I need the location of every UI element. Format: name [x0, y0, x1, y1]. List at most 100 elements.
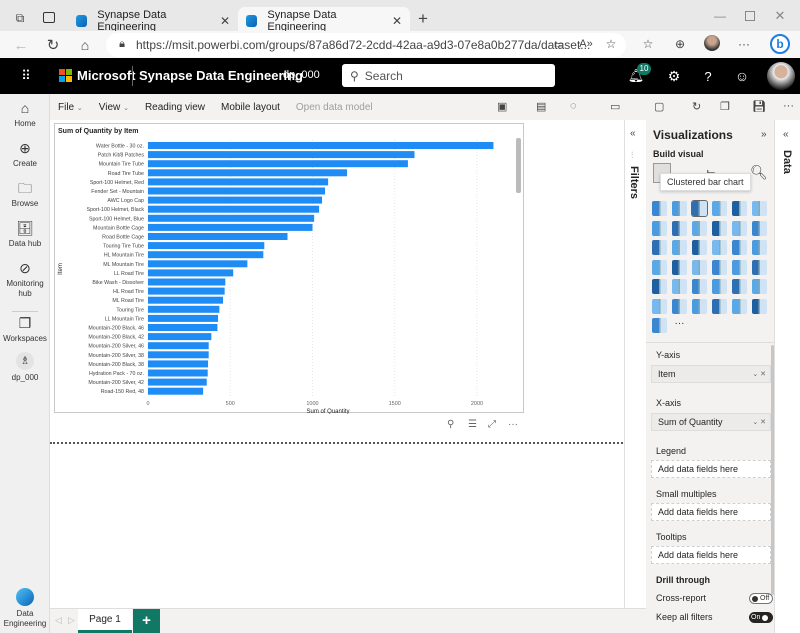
favorites-icon[interactable]: ☆	[640, 37, 656, 51]
view-menu[interactable]: View ⌄	[99, 102, 129, 113]
analytics-icon[interactable]: 🔍︎	[750, 164, 768, 181]
visual-type-icon[interactable]	[672, 259, 687, 275]
reading-view-button[interactable]: Reading view	[145, 102, 205, 113]
visual-type-icon[interactable]	[732, 298, 747, 314]
tab-actions-icon[interactable]	[43, 12, 55, 23]
visual-type-icon[interactable]	[652, 220, 667, 236]
refresh-icon[interactable]: ↻	[44, 36, 62, 54]
nav-workspaces[interactable]: ❐ Workspaces	[0, 315, 50, 344]
visual-type-icon[interactable]	[732, 259, 747, 275]
chevron-down-icon[interactable]: ⌄ ✕	[752, 418, 766, 426]
file-menu[interactable]: File ⌄	[58, 102, 83, 113]
new-visual-icon[interactable]: ▤	[536, 100, 546, 113]
maximize-icon[interactable]	[745, 11, 755, 21]
close-window-icon[interactable]: ✕	[772, 8, 788, 24]
visual-type-icon[interactable]	[752, 220, 767, 236]
mobile-layout-button[interactable]: Mobile layout	[221, 102, 280, 113]
user-avatar[interactable]	[767, 62, 795, 90]
visual-type-icon[interactable]	[692, 298, 707, 314]
home-icon[interactable]: ⌂	[76, 36, 94, 54]
visual-type-icon[interactable]	[652, 318, 667, 333]
visual-type-icon[interactable]	[672, 240, 687, 255]
text-box-icon[interactable]: ▣	[497, 100, 507, 113]
visual-type-icon[interactable]	[672, 201, 687, 216]
pin-icon[interactable]: ⚲	[447, 419, 454, 430]
visual-type-icon[interactable]	[712, 298, 727, 314]
bing-copilot-icon[interactable]: b	[770, 34, 790, 54]
build-visual-tab[interactable]: Build visual	[653, 149, 704, 159]
visual-type-icon[interactable]	[752, 201, 767, 216]
visual-options-icon[interactable]: ▢	[654, 100, 664, 113]
visual-type-icon[interactable]	[712, 259, 727, 275]
profile-avatar[interactable]	[704, 35, 720, 51]
nav-browse[interactable]: 🗀︎ Browse	[0, 180, 50, 209]
visual-type-icon[interactable]	[752, 259, 767, 275]
workspaces-icon[interactable]: ⧉	[12, 10, 28, 26]
address-bar[interactable]: 🔒︎ https://msit.powerbi.com/groups/87a86…	[106, 33, 626, 57]
visual-type-icon[interactable]	[652, 201, 667, 216]
nav-home[interactable]: ⌂ Home	[0, 100, 50, 129]
minimize-icon[interactable]: —	[712, 8, 728, 24]
visual-type-icon[interactable]	[732, 201, 747, 216]
nav-monitoring-hub[interactable]: ⊘ Monitoring hub	[0, 260, 50, 299]
shapes-icon[interactable]: ◌	[570, 100, 577, 112]
report-canvas[interactable]: Sum of Quantity by Item 0 500 1000 1500 2000 W…	[50, 120, 646, 608]
visual-type-icon[interactable]	[712, 240, 727, 255]
browser-tab-active[interactable]: Synapse Data Engineering ✕	[238, 7, 410, 34]
nav-dp-000[interactable]: ♗ dp_000	[0, 352, 50, 383]
data-pane-collapsed[interactable]: « Data	[774, 120, 800, 633]
visual-type-icon[interactable]	[712, 220, 727, 236]
next-page-icon[interactable]: ▷	[68, 615, 75, 626]
clustered-bar-chart-icon[interactable]	[691, 200, 708, 217]
close-tab-icon[interactable]: ✕	[220, 14, 230, 28]
visual-type-icon[interactable]	[652, 259, 667, 275]
refresh-icon[interactable]: ↻	[692, 100, 701, 113]
visual-type-icon[interactable]	[752, 279, 767, 294]
filters-pane-collapsed[interactable]: « ⫶ Filters	[624, 120, 646, 608]
tooltips-drop-zone[interactable]: Add data fields here	[651, 546, 771, 564]
back-icon[interactable]: ←	[12, 36, 30, 54]
cross-report-toggle[interactable]: Off	[749, 593, 773, 604]
close-tab-icon[interactable]: ✕	[392, 14, 402, 28]
collapse-pane-icon[interactable]: »	[761, 129, 767, 140]
visual-type-icon[interactable]	[712, 201, 727, 216]
visual-type-icon[interactable]	[672, 298, 687, 314]
duplicate-icon[interactable]: ❐	[720, 100, 730, 113]
visual-type-icon[interactable]	[752, 298, 767, 314]
page-tab-page-1[interactable]: Page 1	[78, 609, 132, 633]
visual-type-icon[interactable]	[732, 240, 747, 255]
more-icon[interactable]: ···	[736, 37, 752, 51]
visual-type-icon[interactable]	[732, 279, 747, 294]
settings-icon[interactable]: ⚙	[666, 68, 682, 84]
collections-icon[interactable]: ⊕	[672, 37, 688, 51]
workspace-name[interactable]: dp_000	[283, 69, 320, 81]
app-title[interactable]: Synapse Data Engineering	[139, 68, 303, 83]
clustered-bar-chart-visual[interactable]: Sum of Quantity by Item 0 500 1000 1500 2000 W…	[54, 123, 524, 414]
visual-type-icon[interactable]	[752, 240, 767, 255]
visual-type-icon[interactable]	[692, 259, 707, 275]
more-visuals-icon[interactable]: ···	[672, 318, 687, 333]
visual-type-icon[interactable]	[712, 279, 727, 294]
visual-type-icon[interactable]	[692, 240, 707, 255]
nav-data-engineering[interactable]: Data Engineering	[0, 588, 50, 629]
legend-drop-zone[interactable]: Add data fields here	[651, 460, 771, 478]
visual-type-icon[interactable]	[732, 220, 747, 236]
visual-type-icon[interactable]	[652, 279, 667, 294]
save-icon[interactable]: 💾︎	[752, 100, 766, 113]
more-options-icon[interactable]: ···	[508, 419, 518, 430]
add-page-button[interactable]: +	[133, 609, 160, 633]
focus-mode-icon[interactable]: ⤢	[488, 419, 496, 430]
visual-type-icon[interactable]	[652, 240, 667, 255]
visual-type-icon[interactable]	[692, 220, 707, 236]
y-axis-field[interactable]: Item ⌄ ✕	[651, 365, 771, 383]
app-launcher-icon[interactable]: ⠿	[18, 68, 34, 84]
visual-type-icon[interactable]	[692, 279, 707, 294]
expand-data-icon[interactable]: «	[783, 129, 789, 140]
nav-data-hub[interactable]: 🗄︎ Data hub	[0, 220, 50, 249]
help-icon[interactable]: ?	[700, 68, 716, 84]
chevron-down-icon[interactable]: ⌄ ✕	[752, 370, 766, 378]
prev-page-icon[interactable]: ◁	[55, 615, 62, 626]
filter-icon[interactable]: ☰	[468, 419, 477, 430]
feedback-icon[interactable]: ☺	[734, 68, 750, 84]
small-multiples-drop-zone[interactable]: Add data fields here	[651, 503, 771, 521]
